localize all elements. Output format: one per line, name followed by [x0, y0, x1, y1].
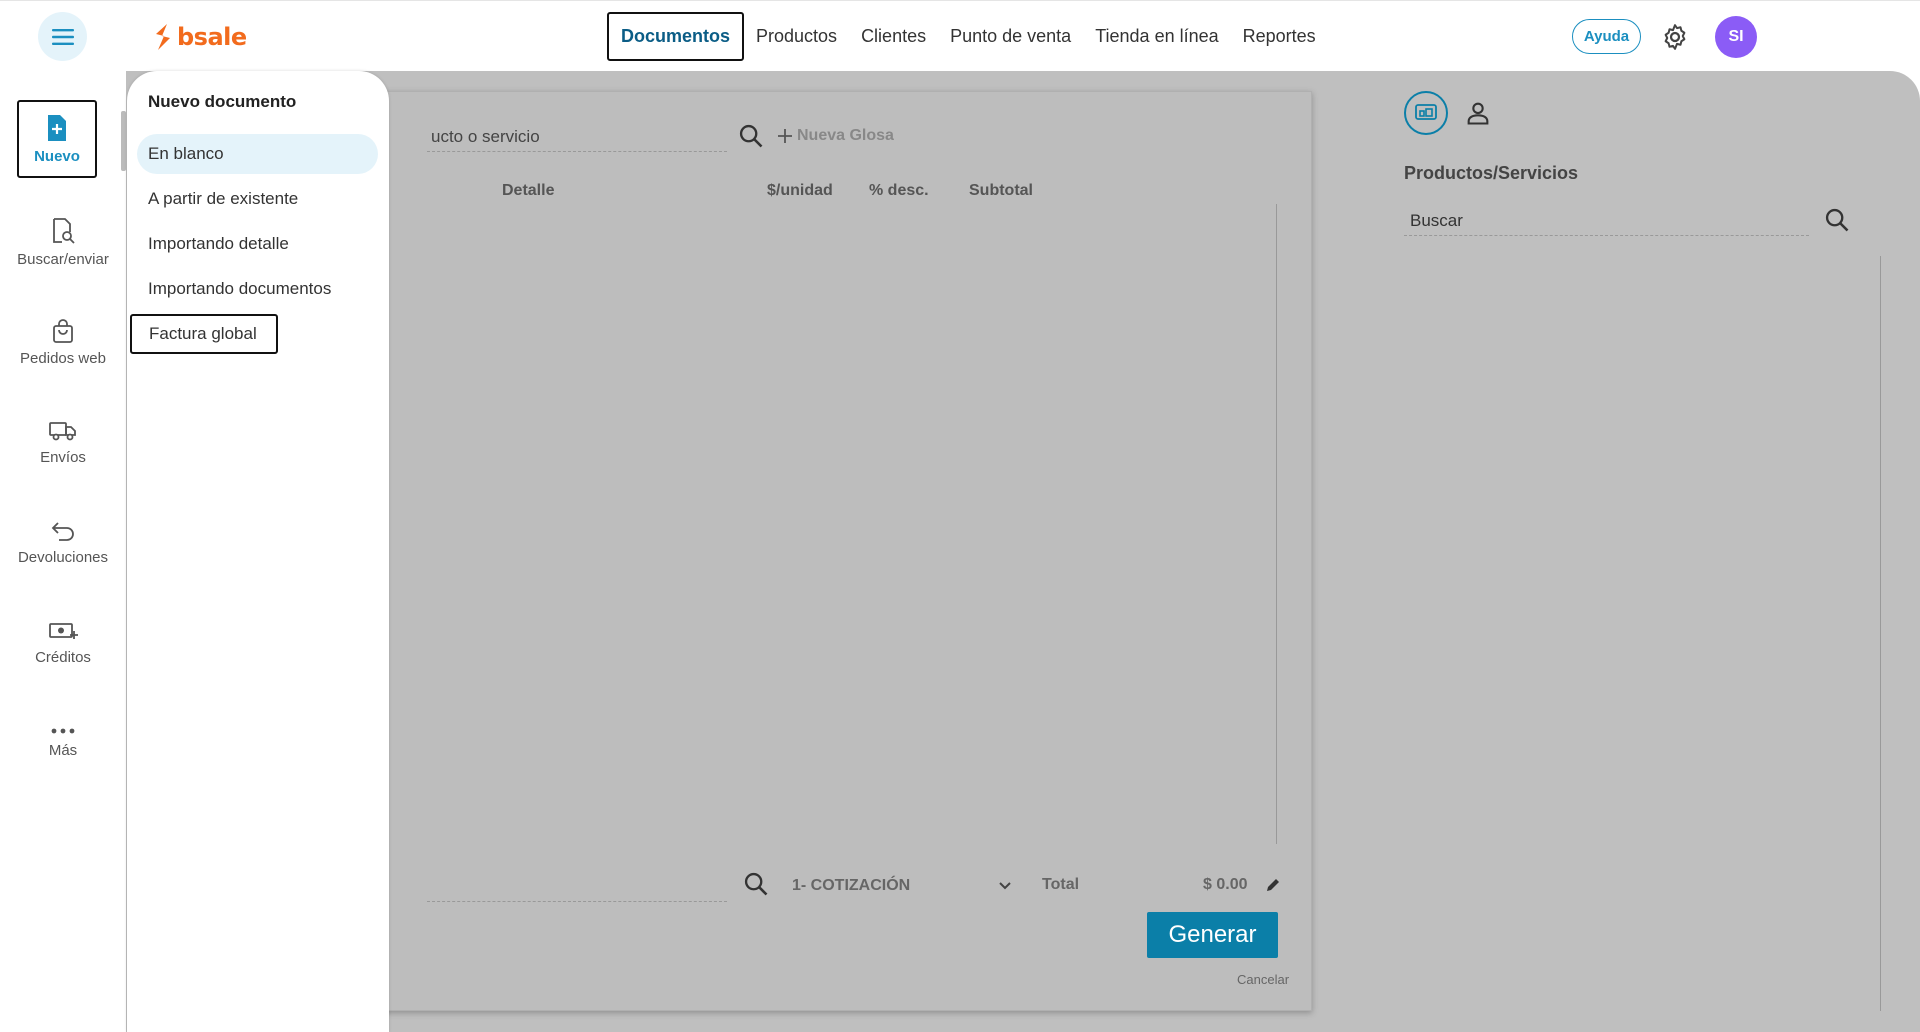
left-rail: Nuevo Buscar/enviar Pedidos web Envíos D… — [0, 71, 126, 1032]
column-header-discount: % desc. — [869, 182, 929, 199]
pencil-icon[interactable] — [1264, 876, 1282, 894]
user-avatar[interactable]: SI — [1715, 16, 1757, 58]
cancel-link[interactable]: Cancelar — [1237, 972, 1289, 987]
products-scrollbar-track — [1880, 256, 1881, 1011]
nav-tienda-en-linea[interactable]: Tienda en línea — [1083, 12, 1230, 61]
menu-item-importando-detalle[interactable]: Importando detalle — [137, 224, 378, 264]
hamburger-menu-button[interactable] — [38, 12, 87, 61]
new-glosa-button[interactable]: Nueva Glosa — [777, 122, 894, 150]
document-type-select[interactable]: 1- COTIZACIÓN — [792, 871, 1012, 901]
rail-envios[interactable]: Envíos — [10, 403, 116, 481]
table-scrollbar-track — [1276, 204, 1277, 844]
rail-nuevo[interactable]: Nuevo — [17, 100, 97, 178]
total-value: $ 0.00 — [1203, 876, 1248, 893]
top-bar: bsale Documentos Productos Clientes Punt… — [0, 0, 1920, 71]
menu-item-importando-documentos[interactable]: Importando documentos — [137, 269, 378, 309]
search-icon[interactable] — [1823, 206, 1851, 234]
nav-productos[interactable]: Productos — [744, 12, 849, 61]
document-type-value: 1- COTIZACIÓN — [792, 877, 911, 894]
return-arrow-icon — [51, 521, 74, 541]
total-label: Total — [1042, 876, 1080, 893]
nav-punto-de-venta[interactable]: Punto de venta — [938, 12, 1083, 61]
menu-item-en-blanco[interactable]: En blanco — [137, 134, 378, 174]
gear-icon[interactable] — [1660, 22, 1690, 52]
bsale-logo[interactable]: bsale — [153, 21, 247, 53]
bsale-logo-icon — [156, 24, 170, 50]
rail-mas[interactable]: Más — [10, 703, 116, 781]
rail-buscar-enviar[interactable]: Buscar/enviar — [10, 203, 116, 281]
new-document-menu: Nuevo documento En blanco A partir de ex… — [127, 71, 389, 1032]
products-panel-title: Productos/Servicios — [1404, 163, 1579, 183]
menu-icon — [51, 28, 74, 45]
help-button[interactable]: Ayuda — [1572, 19, 1641, 54]
user-icon[interactable] — [1464, 99, 1492, 127]
column-header-subtotal: Subtotal — [969, 182, 1033, 199]
menu-item-a-partir-de-existente[interactable]: A partir de existente — [137, 179, 378, 219]
nav-clientes[interactable]: Clientes — [849, 12, 938, 61]
file-search-icon — [53, 217, 75, 244]
main-nav: Documentos Productos Clientes Punto de v… — [607, 12, 1328, 61]
rail-item-label: Más — [48, 741, 78, 759]
file-plus-icon — [48, 114, 66, 141]
rail-item-label: Envíos — [40, 448, 86, 466]
pos-device-icon — [1415, 104, 1437, 120]
menu-title: Nuevo documento — [148, 92, 297, 111]
shopping-bag-icon — [53, 318, 73, 343]
menu-item-factura-global[interactable]: Factura global — [130, 314, 278, 354]
rail-item-label: Créditos — [35, 648, 91, 666]
client-search-input[interactable] — [427, 872, 727, 902]
rail-item-label: Nuevo — [34, 147, 80, 165]
new-glosa-label: Nueva Glosa — [797, 127, 894, 144]
product-search-input[interactable]: ucto o servicio — [427, 122, 727, 152]
products-search-input[interactable]: Buscar — [1404, 206, 1809, 236]
rail-pedidos-web[interactable]: Pedidos web — [10, 303, 116, 381]
plus-icon — [778, 129, 792, 143]
modal-overlay[interactable]: ucto o servicio Nueva Glosa Detalle $/un… — [126, 71, 1920, 1032]
search-icon[interactable] — [742, 870, 770, 898]
column-header-unit-price: $/unidad — [767, 182, 833, 199]
products-tab-button[interactable] — [1404, 91, 1448, 135]
nav-documentos[interactable]: Documentos — [607, 12, 745, 61]
cash-plus-icon — [49, 622, 78, 639]
rail-item-label: Devoluciones — [17, 548, 109, 566]
nav-reportes[interactable]: Reportes — [1231, 12, 1328, 61]
chevron-down-icon — [999, 882, 1011, 890]
document-editor: ucto o servicio Nueva Glosa Detalle $/un… — [346, 91, 1312, 1011]
rail-creditos[interactable]: Créditos — [10, 603, 116, 681]
more-dots-icon — [51, 728, 75, 733]
rail-item-label: Pedidos web — [20, 349, 106, 367]
search-icon[interactable] — [737, 122, 765, 150]
rail-item-label: Buscar/enviar — [17, 250, 109, 268]
brand-name: bsale — [177, 23, 247, 51]
generate-button[interactable]: Generar — [1147, 912, 1278, 958]
rail-devoluciones[interactable]: Devoluciones — [10, 503, 116, 581]
truck-icon — [49, 421, 76, 440]
column-header-detalle: Detalle — [502, 182, 555, 199]
